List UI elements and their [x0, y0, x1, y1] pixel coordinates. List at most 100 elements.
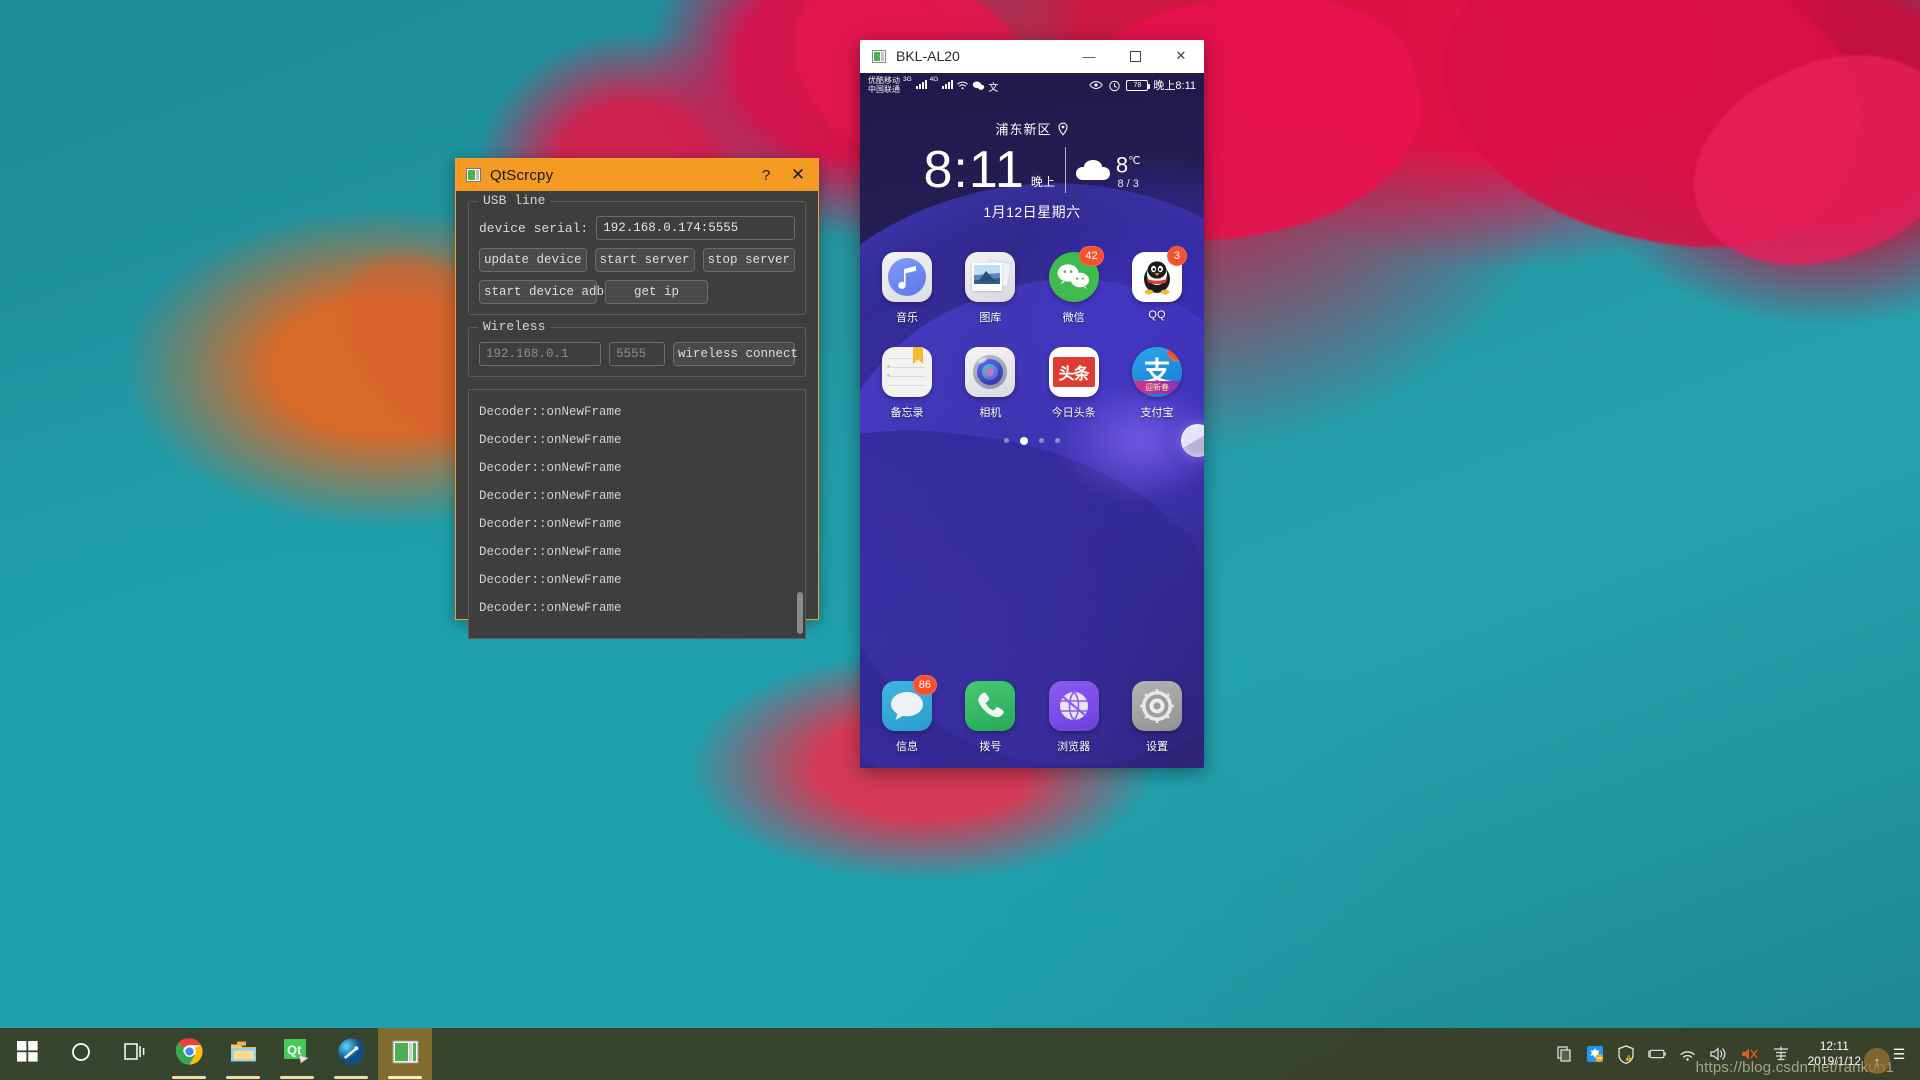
device-serial-label: device serial:: [479, 220, 589, 236]
signal-bars-1-icon: [915, 79, 927, 89]
start-server-button[interactable]: start server: [594, 248, 695, 272]
carrier-names: 优酷移动 中国联通: [868, 76, 900, 95]
clock-date: 2019/1/12: [1807, 1054, 1861, 1068]
wireless-port-input[interactable]: 5555: [609, 342, 665, 366]
phone-window-titlebar[interactable]: BKL-AL20 — ✕: [860, 40, 1204, 73]
app-grid: 音乐 图库 42 微信 3 QQ 备忘录 相机 头条 今日头条 支 迎新春 6 …: [860, 246, 1204, 420]
notification-center-button[interactable]: ☰: [1886, 1028, 1912, 1080]
qtscrcpy-title: QtScrcpy: [490, 166, 554, 184]
alipay-icon: 支 迎新春 6: [1131, 347, 1182, 397]
temperature-value: 8: [1115, 152, 1129, 178]
status-bar-left: 优酷移动 中国联通 3G 4G 文: [868, 76, 1089, 95]
app-alipay[interactable]: 支 迎新春 6 支付宝: [1124, 347, 1190, 420]
device-serial-input[interactable]: 192.168.0.174:5555: [596, 216, 795, 240]
qtscrcpy-icon: [392, 1040, 419, 1069]
app-label: 相机: [979, 407, 1002, 419]
get-ip-button[interactable]: get ip: [605, 280, 708, 304]
circle-icon: [71, 1042, 91, 1067]
temperature-range: 8 / 3: [1117, 178, 1139, 191]
app-gallery[interactable]: 图库: [957, 252, 1023, 325]
app-label: QQ: [1148, 309, 1166, 321]
maximize-button[interactable]: [1112, 40, 1158, 72]
phone-status-bar: 优酷移动 中国联通 3G 4G 文 78 晚上8:11: [860, 73, 1204, 97]
phone-dock: 86 信息 拨号 浏览器 设置: [860, 675, 1204, 754]
page-dot[interactable]: [1055, 438, 1060, 443]
wireless-row: 192.168.0.1 5555 wireless connect: [479, 342, 798, 366]
app-qq[interactable]: 3 QQ: [1124, 246, 1190, 325]
location-row: 浦东新区: [860, 119, 1204, 138]
wechat-icon: 42: [1048, 246, 1104, 302]
app-wechat[interactable]: 42 微信: [1041, 246, 1107, 325]
update-device-button[interactable]: update device: [479, 248, 587, 272]
app-messages[interactable]: 86 信息: [874, 675, 940, 754]
stop-server-button[interactable]: stop server: [702, 248, 796, 272]
security-warning-icon[interactable]: [1616, 1044, 1636, 1064]
app-label: 拨号: [979, 741, 1002, 753]
app-music[interactable]: 音乐: [874, 252, 940, 325]
camera-icon: [965, 347, 1016, 397]
defender-update-icon[interactable]: [1585, 1044, 1605, 1064]
ime-icon[interactable]: [1771, 1044, 1791, 1064]
wireless-connect-button[interactable]: wireless connect: [673, 342, 798, 366]
wireless-ip-input[interactable]: 192.168.0.1: [479, 342, 602, 366]
close-button[interactable]: ✕: [1158, 40, 1204, 72]
battery-indicator: 78: [1126, 79, 1151, 91]
log-line: Decoder::onNewFrame: [479, 433, 622, 447]
app-row-1: 音乐 图库 42 微信 3 QQ: [874, 246, 1190, 325]
status-bar-time: 晚上8:11: [1153, 80, 1196, 92]
app-toutiao[interactable]: 头条 今日头条: [1041, 347, 1107, 420]
close-button[interactable]: ✕: [782, 160, 814, 190]
clock-time: 12:11: [1819, 1039, 1849, 1053]
device-serial-row: device serial: 192.168.0.174:5555: [479, 216, 795, 240]
qtscrcpy-window[interactable]: QtScrcpy ? ✕ USB line device serial: 192…: [455, 158, 819, 639]
wifi-icon[interactable]: [1678, 1044, 1698, 1064]
log-line: Decoder::onNewFrame: [479, 405, 622, 419]
start-button[interactable]: [0, 1028, 54, 1080]
usb-line-legend: USB line: [478, 193, 551, 208]
chrome-button[interactable]: [162, 1028, 216, 1080]
app-phone[interactable]: 拨号: [957, 681, 1023, 754]
app-camera[interactable]: 相机: [957, 347, 1023, 420]
page-dot-active[interactable]: [1020, 436, 1028, 445]
volume-mute-icon[interactable]: [1740, 1044, 1760, 1064]
qtscrcpy-titlebar[interactable]: QtScrcpy ? ✕: [456, 159, 818, 191]
cortana-button[interactable]: [54, 1028, 108, 1080]
app-browser[interactable]: 浏览器: [1041, 681, 1107, 754]
log-output[interactable]: Decoder::onNewFrame Decoder::onNewFrame …: [468, 389, 806, 639]
browser-icon: [1048, 681, 1099, 731]
app-settings[interactable]: 设置: [1124, 681, 1190, 754]
qt-creator-button[interactable]: Qt: [270, 1028, 324, 1080]
qtscrcpy-app-icon: [466, 168, 481, 182]
carrier-line-1: 优酷移动: [868, 75, 900, 85]
blue-app-button[interactable]: [324, 1028, 378, 1080]
printer-icon[interactable]: [1554, 1044, 1574, 1064]
folder-icon: [230, 1040, 257, 1069]
page-dot[interactable]: [1039, 438, 1044, 443]
start-device-adbd-button[interactable]: start device adbd: [479, 280, 612, 304]
log-scrollbar[interactable]: [797, 592, 803, 634]
qtscrcpy-taskbar-button[interactable]: [378, 1028, 432, 1080]
help-button[interactable]: ?: [750, 160, 782, 190]
volume-icon[interactable]: [1709, 1044, 1729, 1064]
clock-weather-widget[interactable]: 浦东新区 8:11 晚上 8℃ 8 / 3 1月12日星期六: [860, 119, 1204, 222]
windows-logo-icon: [16, 1041, 38, 1067]
app-notes[interactable]: 备忘录: [874, 347, 940, 420]
phone-mirror-window[interactable]: BKL-AL20 — ✕ 优酷移动 中国联通 3G 4G 文 78 晚上8:11…: [860, 40, 1204, 768]
badge-count: 3: [1166, 246, 1187, 266]
wifi-icon: [957, 81, 969, 89]
taskbar-items: Qt: [0, 1028, 432, 1080]
phone-screen[interactable]: 优酷移动 中国联通 3G 4G 文 78 晚上8:11 浦东新区 8:11 晚上…: [860, 73, 1204, 768]
app-label: 信息: [896, 741, 918, 753]
minimize-button[interactable]: —: [1066, 40, 1112, 72]
messages-icon: 86: [882, 675, 937, 731]
clock-row: 8:11 晚上 8℃ 8 / 3: [860, 142, 1204, 198]
log-line: Decoder::onNewFrame: [479, 489, 622, 503]
task-view-button[interactable]: [108, 1028, 162, 1080]
qq-icon: 3: [1131, 246, 1187, 302]
page-indicator-dots[interactable]: [860, 436, 1204, 445]
page-dot[interactable]: [1004, 438, 1009, 443]
windows-taskbar: Qt 12:11 2019/1/12 ☰ https://blog.csdn.n…: [0, 1028, 1920, 1080]
blue-comet-icon: [338, 1038, 365, 1070]
battery-icon[interactable]: [1647, 1044, 1667, 1064]
file-explorer-button[interactable]: [216, 1028, 270, 1080]
